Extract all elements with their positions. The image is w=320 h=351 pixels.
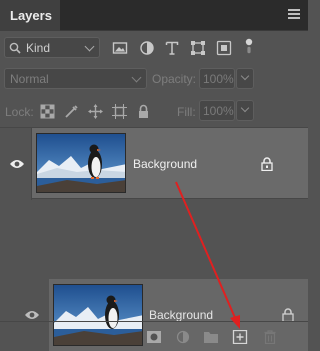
kind-filter-label: Kind xyxy=(26,40,51,55)
lock-icon xyxy=(282,308,294,322)
fill-dropdown[interactable] xyxy=(236,100,254,121)
image-filter-icon[interactable] xyxy=(112,40,128,56)
lock-transparent-pixels-icon[interactable] xyxy=(40,104,55,119)
lock-label: Lock: xyxy=(5,105,34,119)
blend-row: Normal Opacity: 100% xyxy=(0,66,308,92)
layer-name[interactable]: Background xyxy=(133,157,197,171)
layer-thumbnail xyxy=(36,133,126,193)
panel-tab-bar: Layers xyxy=(0,0,308,31)
type-filter-icon[interactable] xyxy=(164,40,180,56)
new-layer-icon[interactable] xyxy=(232,330,248,344)
search-icon xyxy=(9,42,21,54)
chevron-down-icon xyxy=(84,41,95,52)
opacity-value: 100% xyxy=(203,71,234,86)
opacity-dropdown[interactable] xyxy=(236,68,254,89)
lock-icon[interactable] xyxy=(261,157,273,171)
eye-icon xyxy=(25,311,39,319)
filter-row: Kind xyxy=(0,31,308,63)
tab-layers[interactable]: Layers xyxy=(0,0,60,31)
chevron-down-icon xyxy=(240,71,250,81)
chevron-down-icon xyxy=(240,103,250,113)
filter-toggle-icon[interactable] xyxy=(241,38,257,54)
lock-image-pixels-icon[interactable] xyxy=(64,104,79,119)
lock-artboard-icon[interactable] xyxy=(112,104,127,119)
kind-filter-select[interactable]: Kind xyxy=(4,37,100,58)
opacity-input[interactable]: 100% xyxy=(199,68,235,89)
blend-mode-value: Normal xyxy=(10,71,49,86)
opacity-label: Opacity: xyxy=(152,72,197,86)
fill-value: 100% xyxy=(203,103,234,118)
lock-row: Lock: Fill: 100% xyxy=(0,100,308,126)
blend-mode-select[interactable]: Normal xyxy=(4,68,147,89)
visibility-toggle[interactable] xyxy=(0,128,32,200)
shape-filter-icon[interactable] xyxy=(190,40,206,56)
fill-label: Fill: xyxy=(177,105,196,119)
tab-layers-label: Layers xyxy=(10,8,52,23)
chevron-down-icon xyxy=(131,72,142,83)
layer-row[interactable]: Background xyxy=(0,127,308,200)
adjustment-layer-icon[interactable] xyxy=(175,330,191,344)
layers-footer xyxy=(0,321,308,351)
group-folder-icon[interactable] xyxy=(203,330,219,344)
delete-icon[interactable] xyxy=(262,330,278,344)
smart-object-filter-icon[interactable] xyxy=(216,40,232,56)
lock-position-icon[interactable] xyxy=(88,104,103,119)
panel-menu-icon[interactable] xyxy=(288,9,300,21)
drag-preview-name: Background xyxy=(149,308,214,322)
eye-icon xyxy=(10,160,24,168)
fill-input[interactable]: 100% xyxy=(199,100,235,121)
adjustment-filter-icon[interactable] xyxy=(139,40,155,56)
add-mask-icon[interactable] xyxy=(146,330,162,344)
lock-all-icon[interactable] xyxy=(136,104,151,119)
